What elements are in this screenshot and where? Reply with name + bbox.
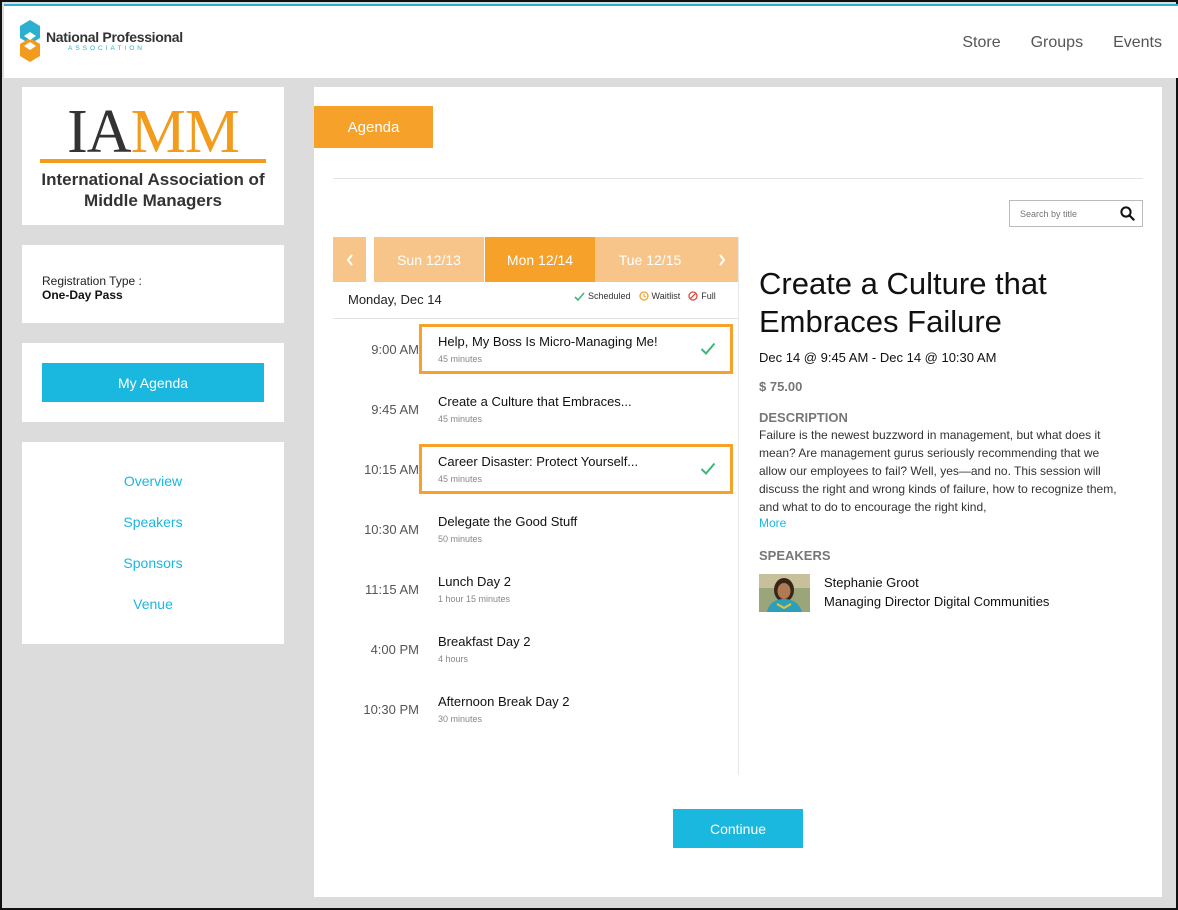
avatar[interactable] — [759, 574, 810, 612]
legend-scheduled-label: Scheduled — [588, 291, 631, 301]
legend-waitlist: Waitlist — [638, 291, 681, 301]
event-logo-card: IAMM International Association of Middle… — [22, 87, 284, 225]
session-item[interactable]: Delegate the Good Stuff 50 minutes — [419, 504, 733, 554]
link-sponsors[interactable]: Sponsors — [22, 555, 284, 571]
event-logo-wordmark: IAMM — [67, 98, 240, 166]
no-entry-icon — [688, 291, 698, 301]
link-speakers[interactable]: Speakers — [22, 514, 284, 530]
session-detail-time: Dec 14 @ 9:45 AM - Dec 14 @ 10:30 AM — [759, 350, 997, 365]
session-item[interactable]: Breakfast Day 2 4 hours — [419, 624, 733, 674]
chevron-left-icon — [346, 253, 353, 266]
link-venue[interactable]: Venue — [22, 596, 284, 612]
session-row: 4:00 PM Breakfast Day 2 4 hours — [333, 624, 739, 684]
nav-groups[interactable]: Groups — [1031, 34, 1083, 52]
session-item[interactable]: Career Disaster: Protect Yourself... 45 … — [419, 444, 733, 494]
check-icon — [700, 462, 716, 475]
status-legend: Scheduled Waitlist Full — [574, 291, 716, 301]
session-row: 11:15 AM Lunch Day 2 1 hour 15 minutes — [333, 564, 739, 624]
registration-type-value: One-Day Pass — [42, 288, 123, 302]
session-time: 10:30 AM — [364, 521, 419, 537]
session-title: Lunch Day 2 — [438, 574, 511, 589]
legend-full: Full — [688, 291, 716, 301]
previous-day-button[interactable] — [333, 237, 366, 282]
session-duration: 1 hour 15 minutes — [438, 594, 511, 604]
session-title: Breakfast Day 2 — [438, 634, 531, 649]
session-title: Delegate the Good Stuff — [438, 514, 578, 529]
search-icon[interactable] — [1120, 206, 1135, 221]
registration-type-label: Registration Type : — [42, 274, 142, 288]
session-item[interactable]: Create a Culture that Embraces... 45 min… — [419, 384, 733, 434]
speaker-name[interactable]: Stephanie Groot — [824, 575, 919, 590]
clock-icon — [638, 291, 649, 301]
session-duration: 30 minutes — [438, 714, 483, 724]
day-tab-sun[interactable]: Sun 12/13 — [374, 237, 484, 282]
session-time: 4:00 PM — [370, 641, 419, 657]
session-row: 9:00 AM Help, My Boss Is Micro-Managing … — [333, 324, 739, 384]
day-heading: Monday, Dec 14 — [348, 292, 442, 307]
registration-card: Registration Type : One-Day Pass — [22, 245, 284, 323]
chevron-right-icon — [718, 253, 725, 266]
search-input[interactable] — [1010, 202, 1114, 225]
org-logo[interactable]: National Professional ASSOCIATION — [20, 20, 183, 62]
session-time: 9:00 AM — [371, 341, 419, 357]
logo-divider — [40, 159, 266, 163]
nav-store[interactable]: Store — [962, 34, 1000, 52]
agenda-panel: Agenda Sun 12/13 Mon 12/14 Tue 12/15 — [314, 87, 1162, 897]
link-overview[interactable]: Overview — [22, 473, 284, 489]
session-duration: 45 minutes — [438, 414, 483, 424]
nav-events[interactable]: Events — [1113, 34, 1162, 52]
day-tab-mon[interactable]: Mon 12/14 — [485, 237, 595, 282]
org-name: National Professional — [46, 28, 183, 45]
session-duration: 50 minutes — [438, 534, 483, 544]
session-title: Create a Culture that Embraces... — [438, 394, 632, 409]
speakers-label: SPEAKERS — [759, 548, 831, 563]
top-nav: Store Groups Events — [962, 34, 1162, 52]
search-box — [1009, 200, 1143, 227]
page-frame: National Professional ASSOCIATION Store … — [0, 0, 1178, 910]
list-divider — [333, 318, 739, 319]
check-icon — [574, 291, 585, 301]
legend-waitlist-label: Waitlist — [651, 291, 681, 301]
session-item[interactable]: Afternoon Break Day 2 30 minutes — [419, 684, 733, 734]
session-item[interactable]: Lunch Day 2 1 hour 15 minutes — [419, 564, 733, 614]
event-logo-name: International Association of Middle Mana… — [41, 170, 265, 210]
session-description: Failure is the newest buzzword in manage… — [759, 428, 1117, 514]
org-subtitle: ASSOCIATION — [68, 44, 145, 52]
check-icon — [700, 342, 716, 355]
description-label: DESCRIPTION — [759, 410, 848, 425]
session-row: 10:30 PM Afternoon Break Day 2 30 minute… — [333, 684, 739, 744]
panel-divider — [333, 178, 1143, 179]
session-item[interactable]: Help, My Boss Is Micro-Managing Me! 45 m… — [419, 324, 733, 374]
session-time: 10:15 AM — [364, 461, 419, 477]
speaker-photo — [759, 574, 810, 612]
day-tab-tue[interactable]: Tue 12/15 — [595, 237, 705, 282]
session-row: 10:30 AM Delegate the Good Stuff 50 minu… — [333, 504, 739, 564]
hexagon-logo-icon — [20, 20, 40, 62]
session-row: 9:45 AM Create a Culture that Embraces..… — [333, 384, 739, 444]
session-duration: 45 minutes — [438, 474, 483, 484]
session-time: 9:45 AM — [371, 401, 419, 417]
my-agenda-card: My Agenda — [22, 343, 284, 422]
my-agenda-button[interactable]: My Agenda — [42, 363, 264, 402]
session-title: Career Disaster: Protect Yourself... — [438, 454, 639, 469]
session-price: $ 75.00 — [759, 379, 803, 394]
legend-scheduled: Scheduled — [574, 291, 631, 301]
continue-button[interactable]: Continue — [673, 809, 803, 848]
event-links-card: Overview Speakers Sponsors Venue — [22, 442, 284, 644]
session-detail-title: Create a Culture that Embraces Failure — [759, 266, 1047, 339]
session-title: Help, My Boss Is Micro-Managing Me! — [438, 334, 658, 349]
day-selector: Sun 12/13 Mon 12/14 Tue 12/15 — [333, 237, 739, 282]
next-day-button[interactable] — [705, 237, 738, 282]
session-time: 11:15 AM — [365, 581, 419, 597]
speaker-role: Managing Director Digital Communities — [824, 594, 1050, 609]
legend-full-label: Full — [701, 291, 716, 301]
top-header: National Professional ASSOCIATION Store … — [4, 4, 1178, 78]
session-duration: 45 minutes — [438, 354, 483, 364]
session-duration: 4 hours — [438, 654, 469, 664]
more-link[interactable]: More — [759, 516, 786, 530]
session-time: 10:30 PM — [363, 701, 419, 717]
session-title: Afternoon Break Day 2 — [438, 694, 570, 709]
session-row: 10:15 AM Career Disaster: Protect Yourse… — [333, 444, 739, 504]
tab-agenda[interactable]: Agenda — [314, 106, 433, 148]
